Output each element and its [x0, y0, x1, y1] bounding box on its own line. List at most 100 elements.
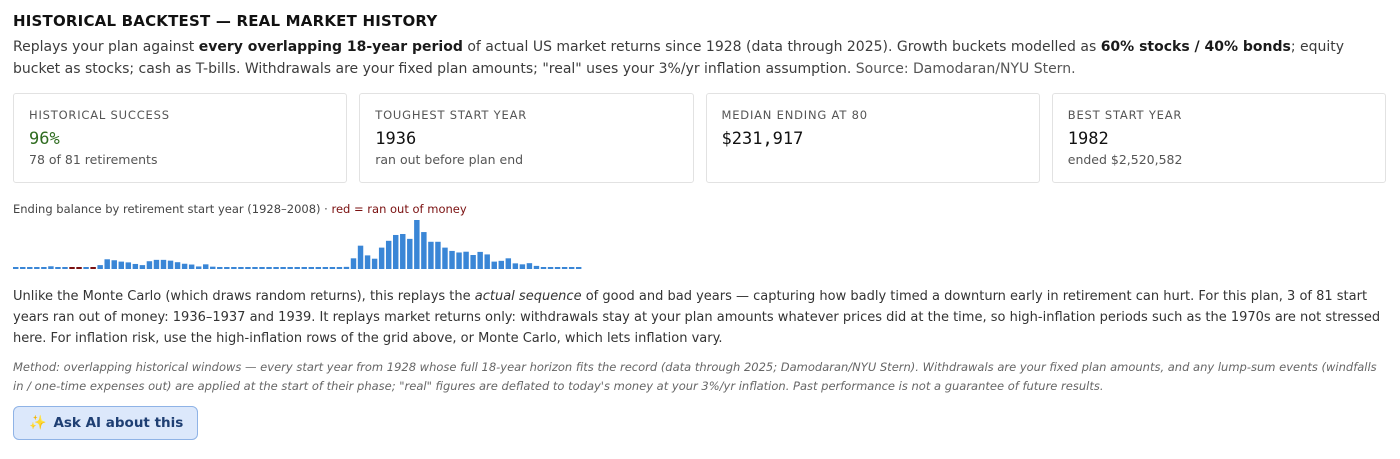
bar-1955	[203, 264, 209, 269]
bar-1938	[83, 267, 89, 269]
bar-1996	[491, 261, 497, 269]
bar-2008	[575, 267, 582, 269]
bar-1950	[167, 260, 174, 269]
intro-part-2: of actual US market returns since 1928 (…	[462, 39, 1101, 55]
card-sub: 78 of 81 retirements	[29, 152, 158, 167]
section-title: HISTORICAL BACKTEST — REAL MARKET HISTOR…	[13, 12, 438, 30]
bar-1981	[385, 240, 392, 269]
bar-1953	[188, 264, 195, 269]
bar-failed-1939	[90, 267, 96, 269]
card-value: 1982	[1067, 129, 1109, 149]
bar-1960	[238, 267, 244, 269]
intro-bold-2: 60% stocks / 40% bonds	[1100, 39, 1291, 55]
bar-1947	[146, 261, 153, 269]
bar-1976	[350, 258, 357, 269]
bar-1972	[322, 267, 329, 269]
intro-part-1: Replays your plan against	[13, 39, 199, 55]
bar-2001	[526, 263, 533, 269]
bar-1998	[505, 258, 512, 269]
bar-1961	[245, 267, 251, 269]
narrative-text: Unlike the Monte Carlo (which draws rand…	[13, 286, 1386, 349]
bar-1969	[301, 267, 307, 269]
bar-1982	[393, 234, 399, 269]
narrative-part-1: Unlike the Monte Carlo (which draws rand…	[13, 289, 475, 304]
bar-1988	[435, 241, 441, 269]
bar-1970	[308, 267, 314, 269]
bar-failed-1936	[69, 267, 75, 269]
intro-source: Source: Damodaran/NYU Stern.	[855, 61, 1076, 77]
ask-ai-button[interactable]: ✨ Ask AI about this	[13, 406, 199, 440]
bar-1942	[111, 260, 117, 269]
bar-1979	[371, 258, 378, 269]
bar-1964	[266, 267, 272, 269]
bar-2005	[554, 267, 561, 269]
bar-1931	[34, 267, 40, 269]
bar-1965	[273, 267, 279, 269]
bar-1967	[287, 267, 293, 269]
bar-1932	[41, 267, 47, 269]
intro-bold-1: every overlapping 18-year period	[198, 39, 463, 55]
bar-2000	[519, 264, 526, 269]
bar-1944	[125, 262, 132, 269]
bar-1995	[484, 254, 490, 269]
ending-balance-bar-chart	[13, 220, 582, 269]
card-label: HISTORICAL SUCCESS	[29, 108, 170, 122]
bar-1992	[463, 251, 469, 269]
bar-1949	[160, 259, 167, 269]
bar-1997	[498, 260, 504, 269]
sparkle-icon: ✨	[29, 415, 47, 431]
card-label: BEST START YEAR	[1067, 108, 1183, 122]
bar-2002	[533, 265, 540, 269]
bar-1984	[407, 238, 413, 269]
card-median-ending: MEDIAN ENDING AT 80 $231,917	[705, 93, 1040, 183]
bar-1958	[224, 267, 230, 269]
bar-2003	[540, 267, 547, 269]
card-historical-success: HISTORICAL SUCCESS 96% 78 of 81 retireme…	[13, 93, 348, 183]
chart-caption: Ending balance by retirement start year …	[13, 202, 1386, 216]
method-note: Method: overlapping historical windows —…	[13, 360, 1377, 393]
bar-1941	[104, 259, 110, 269]
bar-1977	[357, 245, 364, 269]
bar-1929	[20, 267, 26, 269]
card-best-start-year: BEST START YEAR 1982 ended $2,520,582	[1051, 93, 1386, 183]
bar-1999	[512, 263, 519, 269]
bar-1940	[97, 265, 103, 269]
card-value: $231,917	[721, 129, 804, 149]
bar-1978	[364, 255, 371, 269]
card-sub: ran out before plan end	[375, 152, 524, 167]
bar-1973	[329, 267, 336, 269]
bar-1945	[132, 263, 139, 269]
card-toughest-start-year: TOUGHEST START YEAR 1936 ran out before …	[359, 93, 694, 183]
bar-1957	[217, 267, 223, 269]
bar-1943	[118, 261, 124, 269]
bar-1930	[27, 267, 33, 269]
bar-2004	[547, 267, 554, 269]
bar-1956	[210, 266, 216, 269]
bar-1985	[414, 220, 420, 269]
card-value: 96%	[29, 129, 60, 149]
bar-1934	[55, 267, 61, 269]
card-label: TOUGHEST START YEAR	[375, 108, 528, 122]
bar-1994	[477, 251, 483, 269]
bar-1946	[139, 265, 146, 269]
bar-1989	[442, 247, 448, 269]
bar-1971	[315, 267, 322, 269]
bar-1948	[153, 259, 160, 269]
narrative-emphasis: actual sequence	[474, 289, 582, 304]
bar-1993	[470, 255, 476, 269]
bar-1959	[231, 267, 237, 269]
card-value: 1936	[375, 129, 417, 149]
bar-1986	[421, 232, 427, 269]
bar-2006	[561, 267, 568, 269]
chart-caption-main: Ending balance by retirement start year …	[13, 202, 332, 216]
bar-1952	[181, 263, 188, 269]
bar-1963	[259, 267, 265, 269]
bar-1935	[62, 267, 68, 269]
bar-1951	[174, 262, 181, 269]
bar-1933	[48, 266, 54, 269]
bar-1983	[400, 234, 406, 269]
bar-1975	[343, 266, 350, 269]
bar-1966	[280, 267, 286, 269]
backtest-panel: HISTORICAL BACKTEST — REAL MARKET HISTOR…	[0, 0, 1400, 440]
bar-2007	[568, 267, 575, 269]
